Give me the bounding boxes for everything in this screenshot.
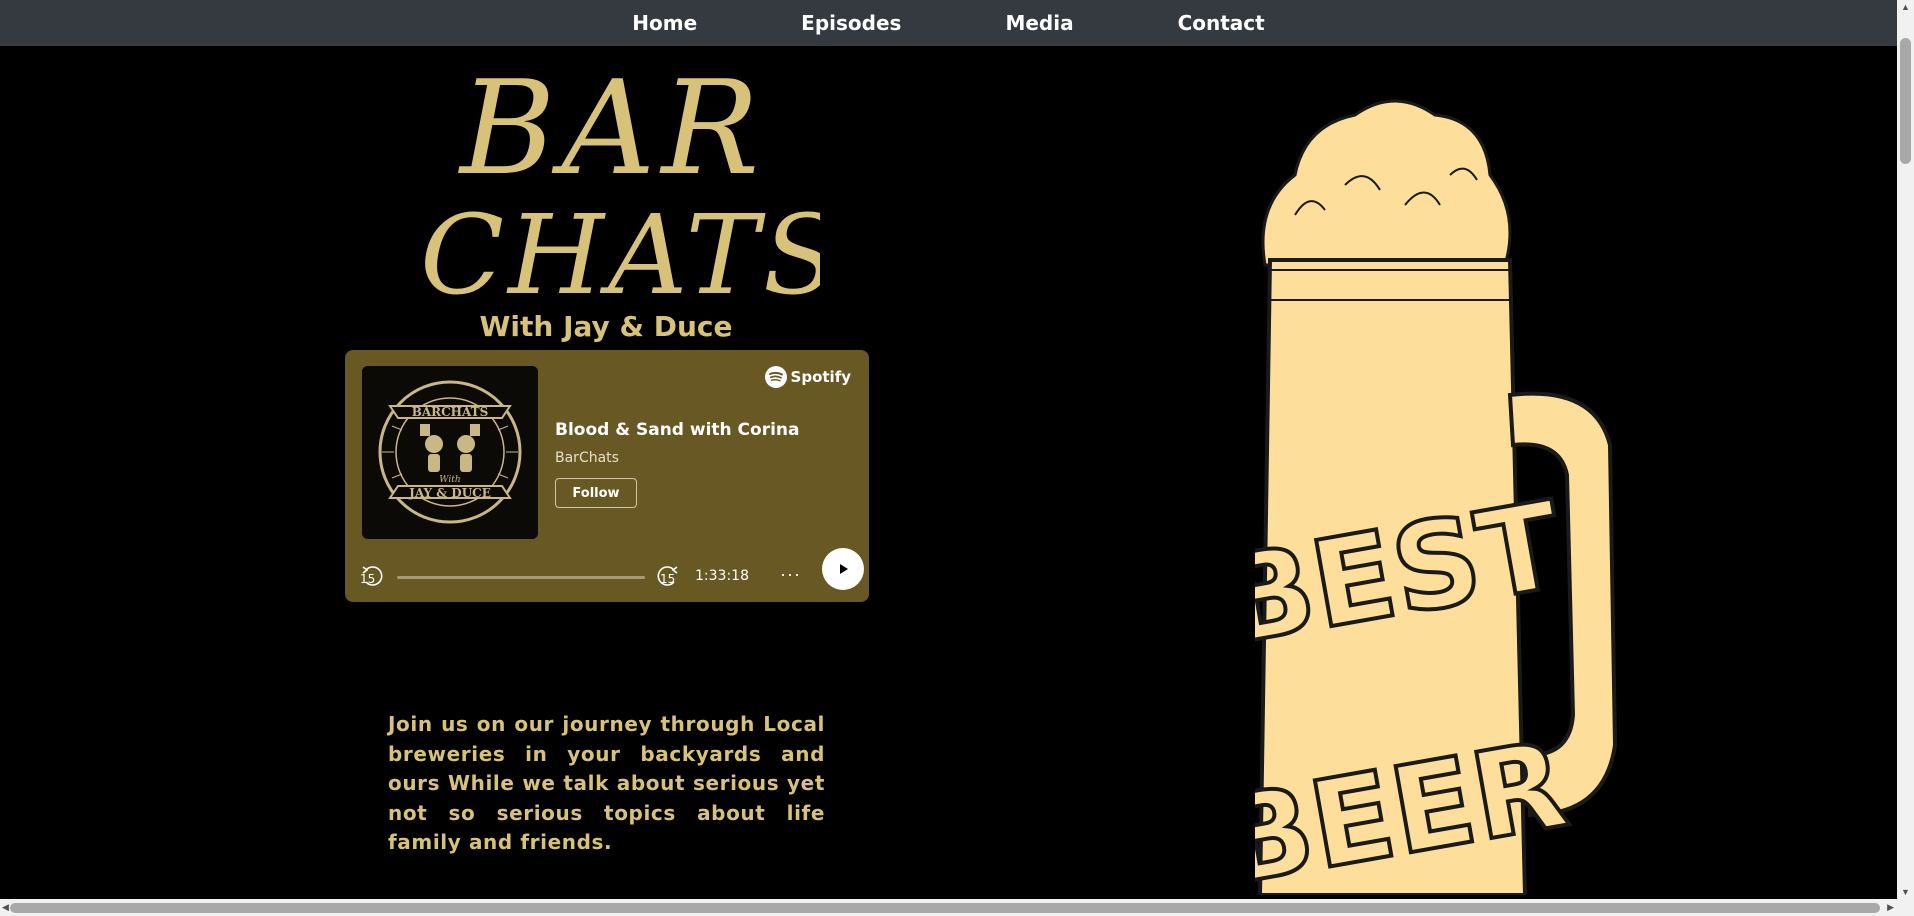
bar-chats-logo: BAR CHATS <box>400 48 838 319</box>
playback-controls: 15 15 1:33:18 ··· <box>360 548 864 590</box>
vertical-scrollbar[interactable]: ▲ ▼ <box>1897 0 1914 899</box>
spotify-icon <box>764 366 787 388</box>
cover-with-text: With <box>439 475 460 485</box>
nav-link-contact[interactable]: Contact <box>1178 11 1265 35</box>
skip-forward-seconds: 15 <box>660 572 676 586</box>
episode-title[interactable]: Blood & Sand with Corina <box>555 420 800 440</box>
top-navigation: Home Episodes Media Contact <box>0 0 1897 46</box>
scroll-left-icon[interactable]: ◀ <box>2 902 9 913</box>
scroll-down-icon[interactable]: ▼ <box>1901 887 1910 897</box>
horizontal-scroll-thumb[interactable] <box>10 903 1880 913</box>
skip-back-seconds: 15 <box>360 572 376 586</box>
vertical-scroll-thumb[interactable] <box>1900 38 1911 164</box>
beer-mug-illustration: BEST BEER <box>1208 95 1665 915</box>
more-options-button[interactable]: ··· <box>780 564 801 585</box>
cover-title-text: BARCHATS <box>412 405 489 419</box>
horizontal-scrollbar[interactable]: ◀ ▶ <box>0 899 1914 916</box>
follow-button[interactable]: Follow <box>555 478 637 508</box>
scroll-right-icon[interactable]: ▶ <box>1887 902 1894 913</box>
nav-link-media[interactable]: Media <box>1005 11 1073 35</box>
podcast-cover-art[interactable]: BARCHATS JAY & DUCE With <box>362 366 538 539</box>
progress-bar[interactable] <box>397 576 645 579</box>
spotify-logo[interactable]: Spotify <box>764 366 851 388</box>
episode-duration: 1:33:18 <box>695 568 749 584</box>
spotify-label: Spotify <box>790 368 851 386</box>
scroll-up-icon[interactable]: ▲ <box>1901 2 1910 12</box>
hero-tagline: With Jay & Duce <box>479 310 733 343</box>
nav-link-episodes[interactable]: Episodes <box>801 11 901 35</box>
skip-back-button[interactable]: 15 <box>360 564 388 588</box>
beer-foam <box>1261 99 1512 267</box>
nav-link-home[interactable]: Home <box>632 11 697 35</box>
cover-hosts-text: JAY & DUCE <box>408 486 491 500</box>
play-button[interactable] <box>822 548 864 590</box>
skip-forward-button[interactable]: 15 <box>652 564 680 588</box>
spotify-embed-player: BARCHATS JAY & DUCE With Spotify Blood &… <box>345 350 869 602</box>
logo-line-1: BAR <box>458 52 765 204</box>
logo-line-2: CHATS <box>420 191 820 308</box>
podcast-description: Join us on our journey through Local bre… <box>388 712 825 854</box>
play-icon <box>840 564 848 574</box>
show-name[interactable]: BarChats <box>555 450 619 466</box>
